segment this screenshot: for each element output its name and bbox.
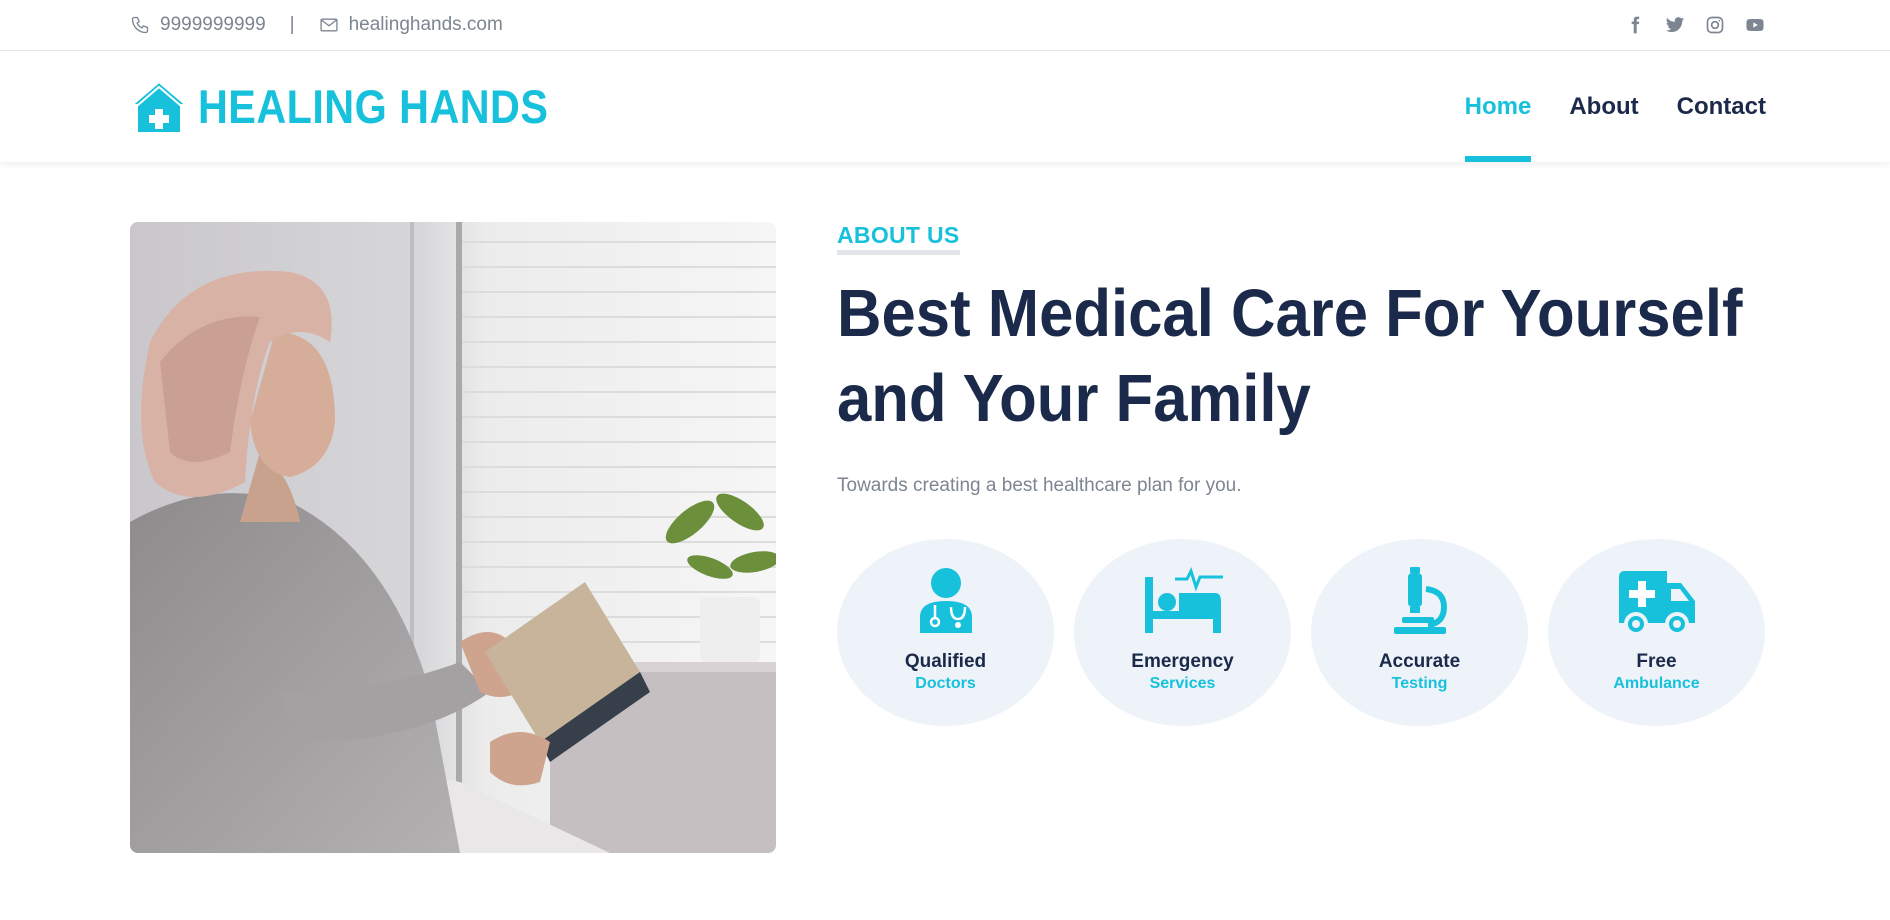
email-contact[interactable]: healinghands.com bbox=[319, 14, 503, 36]
page-title: Best Medical Care For Yourself and Your … bbox=[837, 271, 1766, 441]
feature-title: Qualified bbox=[904, 651, 987, 672]
doctor-icon bbox=[906, 567, 986, 635]
about-section: ABOUT US Best Medical Care For Yourself … bbox=[837, 222, 1767, 497]
phone-icon bbox=[130, 15, 150, 35]
feature-title: Accurate bbox=[1378, 651, 1461, 672]
feature-subtitle: Testing bbox=[1391, 675, 1448, 692]
feature-list: Qualified Doctors Emergency Services Acc… bbox=[837, 539, 1765, 726]
phone-number: 9999999999 bbox=[160, 14, 266, 35]
ambulance-icon bbox=[1617, 567, 1697, 635]
hospital-bed-icon bbox=[1143, 567, 1223, 635]
microscope-icon bbox=[1380, 567, 1460, 635]
feature-title: Free bbox=[1636, 651, 1677, 672]
headline-line-1: Best Medical Care For Yourself bbox=[837, 276, 1743, 351]
facebook-icon[interactable] bbox=[1624, 14, 1646, 36]
main-header: HEALING HANDS Home About Contact bbox=[0, 51, 1890, 162]
nav-home[interactable]: Home bbox=[1464, 51, 1531, 162]
feature-qualified-doctors[interactable]: Qualified Doctors bbox=[837, 539, 1054, 726]
feature-subtitle: Ambulance bbox=[1613, 675, 1700, 692]
section-eyebrow: ABOUT US bbox=[837, 222, 960, 255]
nav-about[interactable]: About bbox=[1569, 51, 1638, 162]
section-subtitle: Towards creating a best healthcare plan … bbox=[837, 475, 1242, 496]
phone-contact[interactable]: 9999999999 bbox=[130, 14, 266, 36]
house-cross-icon bbox=[130, 79, 188, 133]
email-address: healinghands.com bbox=[348, 14, 503, 35]
feature-emergency-services[interactable]: Emergency Services bbox=[1074, 539, 1291, 726]
youtube-icon[interactable] bbox=[1744, 14, 1766, 36]
nav-contact[interactable]: Contact bbox=[1677, 51, 1766, 162]
headline-line-2: and Your Family bbox=[837, 361, 1311, 436]
contact-info: 9999999999 | healinghands.com bbox=[130, 0, 503, 50]
instagram-icon[interactable] bbox=[1704, 14, 1726, 36]
top-bar: 9999999999 | healinghands.com bbox=[0, 0, 1890, 51]
main-nav: Home About Contact bbox=[1464, 51, 1766, 162]
social-links bbox=[1624, 0, 1766, 50]
brand-name: HEALING HANDS bbox=[198, 79, 549, 133]
twitter-icon[interactable] bbox=[1664, 14, 1686, 36]
feature-free-ambulance[interactable]: Free Ambulance bbox=[1548, 539, 1765, 726]
hero-photo bbox=[130, 222, 776, 853]
mail-icon bbox=[319, 15, 339, 35]
feature-subtitle: Doctors bbox=[915, 675, 976, 692]
feature-subtitle: Services bbox=[1149, 675, 1216, 692]
contact-separator: | bbox=[289, 14, 295, 35]
brand-logo[interactable]: HEALING HANDS bbox=[130, 77, 596, 135]
feature-title: Emergency bbox=[1131, 651, 1234, 672]
feature-accurate-testing[interactable]: Accurate Testing bbox=[1311, 539, 1528, 726]
